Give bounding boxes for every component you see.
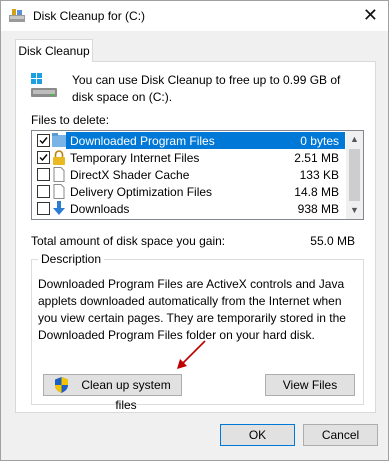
scroll-down-icon[interactable]: ▼ bbox=[346, 202, 363, 219]
file-size: 2.51 MB bbox=[294, 151, 339, 165]
annotation-arrow-icon bbox=[177, 340, 206, 369]
total-space-label: Total amount of disk space you gain: bbox=[31, 234, 226, 248]
clean-up-system-files-button[interactable]: Clean up system files bbox=[43, 374, 182, 412]
description-legend: Description bbox=[38, 252, 105, 266]
uac-shield-icon bbox=[55, 377, 68, 393]
ok-button[interactable]: OK bbox=[220, 424, 295, 446]
folder-icon bbox=[52, 133, 66, 147]
checkbox[interactable] bbox=[37, 168, 50, 181]
file-name: Delivery Optimization Files bbox=[70, 185, 213, 199]
list-item[interactable]: DirectX Shader Cache 133 KB bbox=[32, 166, 345, 183]
download-icon bbox=[53, 201, 65, 215]
file-name: Downloaded Program Files bbox=[70, 134, 215, 148]
file-size: 14.8 MB bbox=[294, 185, 339, 199]
document-icon bbox=[53, 167, 65, 182]
file-name: Temporary Internet Files bbox=[70, 151, 200, 165]
checkmark-icon bbox=[39, 137, 48, 145]
files-to-delete-label: Files to delete: bbox=[31, 113, 110, 127]
scroll-up-icon[interactable]: ▲ bbox=[346, 131, 363, 148]
window-title: Disk Cleanup for (C:) bbox=[33, 9, 146, 23]
scrollbar-thumb[interactable] bbox=[349, 149, 360, 201]
checkbox[interactable] bbox=[37, 185, 50, 198]
file-size: 0 bytes bbox=[300, 134, 339, 148]
file-size: 133 KB bbox=[299, 168, 339, 182]
cancel-button[interactable]: Cancel bbox=[303, 424, 378, 446]
list-item[interactable]: Downloads 938 MB bbox=[32, 200, 345, 217]
file-size: 938 MB bbox=[297, 202, 339, 216]
disk-cleanup-window: Disk Cleanup for (C:) ✕ Disk Cleanup You… bbox=[0, 0, 389, 461]
list-item[interactable]: Delivery Optimization Files 14.8 MB bbox=[32, 183, 345, 200]
disk-cleanup-icon bbox=[9, 9, 25, 22]
document-icon bbox=[53, 184, 65, 199]
list-scrollbar[interactable]: ▲ ▼ bbox=[346, 131, 363, 219]
close-button[interactable]: ✕ bbox=[363, 5, 378, 25]
tab-disk-cleanup[interactable]: Disk Cleanup bbox=[15, 39, 93, 62]
lock-icon bbox=[53, 150, 65, 165]
view-files-button[interactable]: View Files bbox=[265, 374, 355, 396]
description-text: Downloaded Program Files are ActiveX con… bbox=[38, 277, 346, 342]
info-text: You can use Disk Cleanup to free up to 0… bbox=[72, 73, 341, 104]
files-list[interactable]: Downloaded Program Files 0 bytes Tempora… bbox=[31, 130, 364, 220]
list-item[interactable]: Temporary Internet Files 2.51 MB bbox=[32, 149, 345, 166]
checkbox[interactable] bbox=[37, 134, 50, 147]
clean-up-system-files-label: Clean up system files bbox=[81, 378, 171, 412]
checkmark-icon bbox=[39, 154, 48, 162]
drive-cleanup-icon bbox=[31, 73, 57, 97]
checkbox[interactable] bbox=[37, 202, 50, 215]
list-item[interactable]: Downloaded Program Files 0 bytes bbox=[32, 132, 345, 149]
description-group: Description Downloaded Program Files are… bbox=[31, 252, 364, 412]
file-name: DirectX Shader Cache bbox=[70, 168, 190, 182]
file-name: Downloads bbox=[70, 202, 130, 216]
title-bar: Disk Cleanup for (C:) ✕ bbox=[1, 1, 388, 31]
total-space-value: 55.0 MB bbox=[310, 234, 355, 248]
checkbox[interactable] bbox=[37, 151, 50, 164]
